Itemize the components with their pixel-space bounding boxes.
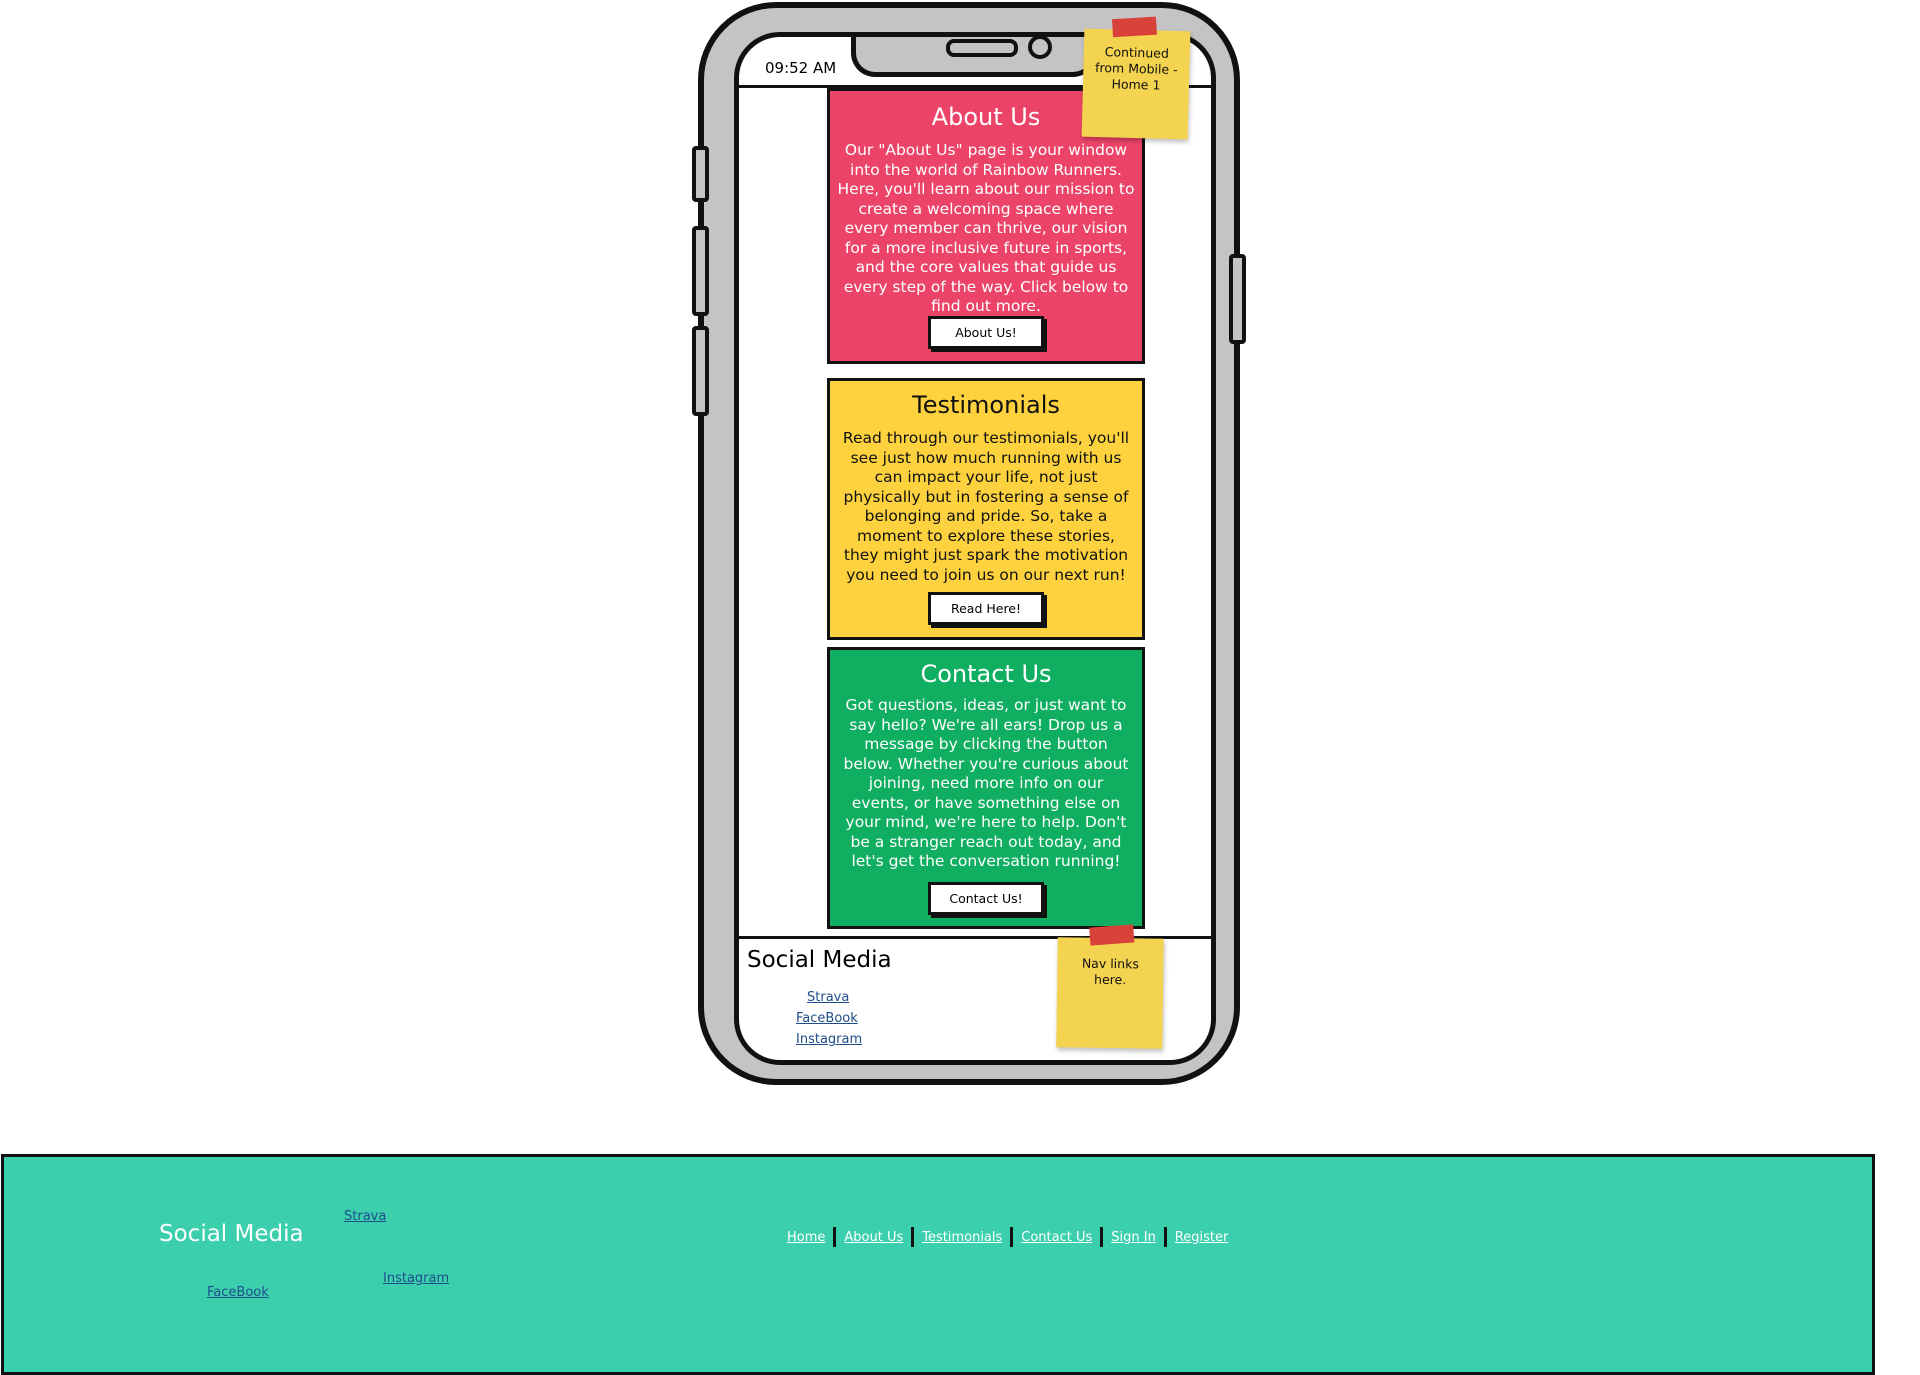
desktop-facebook-link[interactable]: FaceBook <box>207 1285 269 1300</box>
about-body: Our "About Us" page is your window into … <box>837 141 1135 315</box>
desktop-social-media-title: Social Media <box>159 1221 304 1247</box>
desktop-instagram-link[interactable]: Instagram <box>383 1271 449 1286</box>
nav-contact-link[interactable]: Contact Us <box>1013 1230 1100 1245</box>
mobile-strava-link[interactable]: Strava <box>807 990 849 1005</box>
desktop-strava-link[interactable]: Strava <box>344 1209 386 1224</box>
nav-register-link[interactable]: Register <box>1167 1230 1237 1245</box>
camera-icon <box>1028 37 1052 59</box>
phone-side-button-left-1 <box>692 146 709 202</box>
about-us-button[interactable]: About Us! <box>928 316 1044 349</box>
testimonials-body: Read through our testimonials, you'll se… <box>842 429 1130 584</box>
phone-side-button-left-3 <box>692 326 709 416</box>
contact-us-button[interactable]: Contact Us! <box>928 882 1044 915</box>
testimonials-title: Testimonials <box>912 391 1060 419</box>
footer-nav: Home About Us Testimonials Contact Us Si… <box>779 1227 1236 1247</box>
nav-testimonials-link[interactable]: Testimonials <box>914 1230 1010 1245</box>
sticky-note-continued-text: Continued from Mobile - Home 1 <box>1094 44 1178 93</box>
sticky-note-continued: Continued from Mobile - Home 1 <box>1081 16 1191 140</box>
nav-signin-link[interactable]: Sign In <box>1103 1230 1164 1245</box>
status-time: 09:52 AM <box>765 59 837 77</box>
desktop-footer: Social Media Strava Instagram FaceBook H… <box>1 1154 1875 1375</box>
phone-notch <box>851 37 1097 77</box>
phone-side-button-left-2 <box>692 226 709 316</box>
testimonials-card: Testimonials Read through our testimonia… <box>827 378 1145 640</box>
phone-side-button-right <box>1229 254 1246 344</box>
sticky-note-nav: Nav links here. <box>1056 924 1164 1049</box>
contact-title: Contact Us <box>920 660 1052 688</box>
contact-body: Got questions, ideas, or just want to sa… <box>843 696 1129 870</box>
read-here-button[interactable]: Read Here! <box>928 592 1044 625</box>
speaker-icon <box>946 39 1018 57</box>
nav-home-link[interactable]: Home <box>779 1230 833 1245</box>
tape-icon <box>1111 16 1158 38</box>
mobile-social-media-title: Social Media <box>747 947 892 973</box>
mobile-instagram-link[interactable]: Instagram <box>796 1032 862 1047</box>
tape-icon <box>1089 924 1135 946</box>
mobile-facebook-link[interactable]: FaceBook <box>796 1011 858 1026</box>
nav-about-link[interactable]: About Us <box>836 1230 911 1245</box>
contact-card: Contact Us Got questions, ideas, or just… <box>827 647 1145 929</box>
phone-screen: 09:52 AM About Us Our "About Us" page is… <box>734 32 1216 1065</box>
phone-mockup: 09:52 AM About Us Our "About Us" page is… <box>692 2 1246 1085</box>
sticky-note-nav-text: Nav links here. <box>1081 955 1140 988</box>
